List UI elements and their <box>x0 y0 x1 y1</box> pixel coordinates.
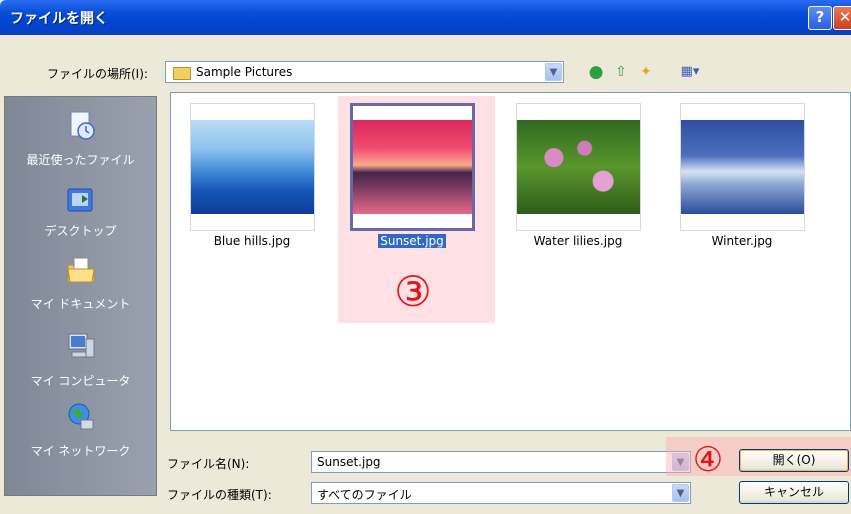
back-icon[interactable]: ● <box>586 63 606 81</box>
desktop-icon <box>67 188 93 212</box>
blue-hills-image <box>191 120 314 214</box>
close-button[interactable]: ✕ <box>833 6 851 30</box>
cancel-button[interactable]: キャンセル <box>739 481 849 504</box>
location-label: ファイルの場所(I): <box>47 67 148 81</box>
water-lilies-image <box>517 120 640 214</box>
my-computer-icon <box>68 333 95 358</box>
open-file-dialog: ファイルを開く ? ✕ ファイルの場所(I): Sample Pictures … <box>0 0 851 514</box>
place-label: マイ コンピュータ <box>30 374 131 388</box>
filetype-value: すべてのファイル <box>317 488 412 502</box>
place-my-documents[interactable]: マイ ドキュメント <box>5 247 156 327</box>
file-thumbnail[interactable] <box>516 103 641 231</box>
filename-input[interactable]: Sunset.jpg ▼ <box>311 451 691 473</box>
window-title: ファイルを開く <box>10 11 108 27</box>
filetype-select[interactable]: すべてのファイル ▼ <box>311 482 691 504</box>
place-my-network[interactable]: マイ ネットワーク <box>5 397 156 477</box>
file-name[interactable]: Blue hills.jpg <box>182 234 322 248</box>
recent-documents-icon <box>70 111 95 140</box>
place-label: デスクトップ <box>44 224 117 238</box>
place-label: マイ ネットワーク <box>30 444 131 458</box>
file-thumbnail[interactable] <box>190 103 315 231</box>
file-name[interactable]: Winter.jpg <box>672 234 812 248</box>
place-my-computer[interactable]: マイ コンピュータ <box>5 323 156 403</box>
filename-value: Sunset.jpg <box>317 455 381 469</box>
file-name[interactable]: Water lilies.jpg <box>508 234 648 248</box>
filename-label: ファイル名(N): <box>167 457 250 471</box>
step-4-marker: ④ <box>692 440 724 480</box>
help-button[interactable]: ? <box>808 6 832 30</box>
places-bar: 最近使ったファイル デスクトップ マイ ドキュメント マイ コンピュータ マイ … <box>4 96 157 496</box>
place-label: マイ ドキュメント <box>30 297 131 311</box>
file-list-view[interactable]: Blue hills.jpg Water lilies.jpg Winter.j… <box>170 92 851 431</box>
step-3-marker: ③ <box>394 267 432 316</box>
location-value: Sample Pictures <box>196 65 293 79</box>
winter-image <box>681 120 804 214</box>
chevron-down-icon[interactable]: ▼ <box>672 484 689 502</box>
open-button[interactable]: 開く(O) <box>739 449 849 472</box>
place-recent[interactable]: 最近使ったファイル <box>5 101 156 181</box>
my-network-icon <box>68 403 94 430</box>
new-folder-icon[interactable]: ✦ <box>636 63 656 81</box>
file-thumbnail[interactable] <box>680 103 805 231</box>
folder-icon <box>173 67 191 80</box>
views-menu-icon[interactable]: ▦▾ <box>680 63 700 81</box>
place-label: 最近使ったファイル <box>26 153 135 167</box>
title-bar[interactable]: ファイルを開く ? ✕ <box>0 0 851 35</box>
chevron-down-icon[interactable]: ▼ <box>545 63 562 81</box>
filetype-label: ファイルの種類(T): <box>167 488 272 502</box>
my-documents-icon <box>67 257 95 283</box>
up-folder-icon[interactable]: ⇧ <box>611 63 631 81</box>
location-combo[interactable]: Sample Pictures ▼ <box>165 61 564 83</box>
